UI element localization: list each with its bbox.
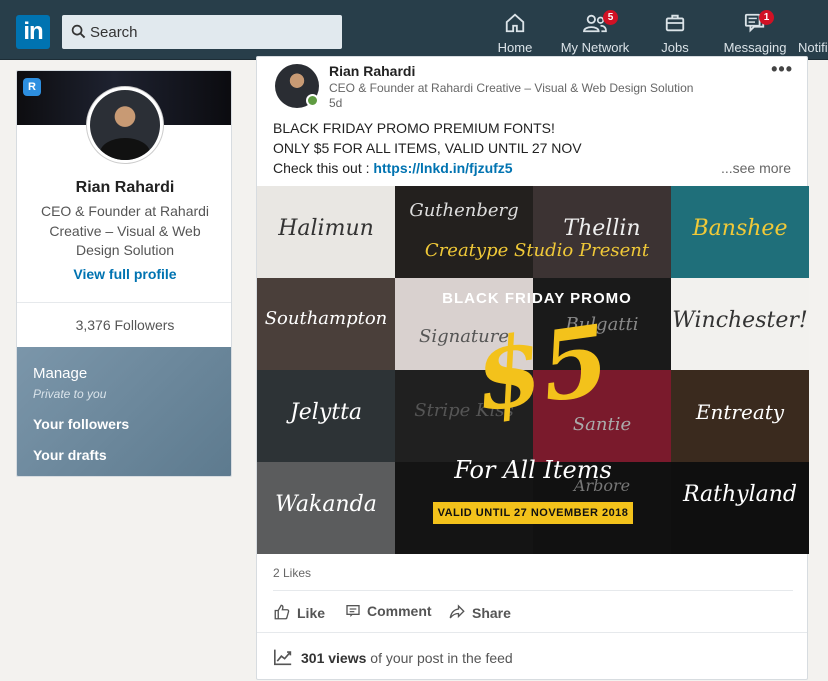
font-tile: Winchester! bbox=[671, 278, 809, 370]
post-timestamp: 5d bbox=[329, 96, 343, 110]
profile-headline: CEO & Founder at Rahardi Creative – Visu… bbox=[40, 203, 210, 258]
font-tile: Jelytta bbox=[257, 370, 395, 462]
promo-subtitle: For All Items bbox=[454, 456, 612, 484]
nav-messaging[interactable]: 1 Messaging bbox=[720, 10, 790, 56]
like-icon bbox=[274, 604, 290, 620]
divider bbox=[273, 590, 793, 591]
more-options-icon[interactable]: ••• bbox=[771, 59, 793, 80]
profile-avatar[interactable] bbox=[87, 87, 163, 163]
top-navigation-bar: in Home 5 My Network Jobs 1 Messaging bbox=[0, 0, 828, 60]
view-full-profile-link[interactable]: View full profile bbox=[17, 266, 231, 282]
linkedin-logo[interactable]: in bbox=[16, 15, 50, 49]
nav-my-network[interactable]: 5 My Network bbox=[558, 10, 632, 56]
post-author-headline: CEO & Founder at Rahardi Creative – Visu… bbox=[329, 81, 694, 95]
font-tile: Rathyland bbox=[671, 462, 809, 554]
font-tile: Southampton bbox=[257, 278, 395, 370]
nav-my-network-label: My Network bbox=[560, 40, 630, 55]
jobs-icon bbox=[656, 12, 694, 34]
comment-label: Comment bbox=[367, 603, 432, 619]
analytics-icon bbox=[274, 649, 292, 666]
followers-count[interactable]: 3,376 Followers bbox=[17, 317, 231, 333]
promo-price: $5 bbox=[467, 303, 616, 434]
search-icon bbox=[71, 24, 86, 39]
nav-home[interactable]: Home bbox=[494, 12, 536, 56]
nav-notifications[interactable]: Notifi bbox=[798, 12, 828, 56]
divider bbox=[257, 632, 807, 633]
notifications-icon bbox=[798, 12, 828, 34]
share-label: Share bbox=[472, 605, 511, 621]
network-icon: 5 bbox=[581, 10, 618, 34]
nav-messaging-label: Messaging bbox=[723, 40, 787, 55]
divider bbox=[17, 302, 231, 303]
likes-count[interactable]: 2 Likes bbox=[273, 566, 311, 580]
views-count: 301 views bbox=[301, 650, 367, 666]
messaging-badge: 1 bbox=[759, 10, 774, 25]
font-tile: Entreaty bbox=[671, 370, 809, 462]
network-badge: 5 bbox=[603, 10, 618, 25]
post-image[interactable]: Halimun Guthenberg Thellin Banshee Creat… bbox=[257, 186, 809, 554]
post-text-link-line: Check this out : https://lnkd.in/fjzufz5 bbox=[273, 160, 513, 176]
manage-subtitle: Private to you bbox=[33, 387, 107, 401]
brand-logo-icon: R bbox=[23, 78, 41, 96]
see-more-button[interactable]: ...see more bbox=[721, 160, 791, 176]
font-tile: Wakanda bbox=[257, 462, 395, 554]
font-tile: Thellin bbox=[533, 186, 671, 278]
profile-card: R Rian Rahardi CEO & Founder at Rahardi … bbox=[16, 70, 232, 477]
font-tile: Guthenberg bbox=[395, 186, 533, 278]
font-tile: Banshee bbox=[671, 186, 809, 278]
manage-panel: Manage Private to you Your followers You… bbox=[17, 347, 231, 476]
your-drafts-link[interactable]: Your drafts bbox=[33, 447, 107, 463]
feed-post: Rian Rahardi CEO & Founder at Rahardi Cr… bbox=[256, 56, 809, 680]
banner-text: Creatype Studio Present bbox=[424, 240, 650, 261]
nav-home-label: Home bbox=[497, 40, 533, 55]
nav-notifications-label: Notifi bbox=[798, 40, 828, 55]
like-button[interactable]: Like bbox=[273, 603, 325, 621]
like-label: Like bbox=[297, 605, 326, 621]
nav-jobs[interactable]: Jobs bbox=[656, 12, 694, 56]
post-link[interactable]: https://lnkd.in/fjzufz5 bbox=[373, 160, 512, 176]
post-text-line: BLACK FRIDAY PROMO PREMIUM FONTS! bbox=[273, 120, 555, 136]
messaging-icon: 1 bbox=[743, 10, 774, 34]
manage-title: Manage bbox=[33, 365, 88, 382]
comment-icon bbox=[346, 605, 360, 617]
post-link-prefix: Check this out : bbox=[273, 160, 374, 176]
share-icon bbox=[449, 604, 465, 619]
post-author-name[interactable]: Rian Rahardi bbox=[329, 63, 415, 79]
promo-valid-banner: VALID UNTIL 27 NOVEMBER 2018 bbox=[433, 502, 633, 524]
online-status-icon bbox=[306, 94, 319, 107]
post-author-avatar[interactable] bbox=[275, 64, 319, 108]
comment-button[interactable]: Comment bbox=[345, 603, 432, 619]
your-followers-link[interactable]: Your followers bbox=[33, 416, 129, 432]
promo-title: BLACK FRIDAY PROMO bbox=[442, 290, 632, 307]
share-button[interactable]: Share bbox=[448, 603, 511, 621]
nav-jobs-label: Jobs bbox=[661, 40, 689, 55]
home-icon bbox=[494, 12, 536, 34]
search-input[interactable] bbox=[90, 15, 338, 49]
profile-name[interactable]: Rian Rahardi bbox=[17, 179, 231, 197]
post-text-line: ONLY $5 FOR ALL ITEMS, VALID UNTIL 27 NO… bbox=[273, 140, 582, 156]
font-tile: Halimun bbox=[257, 186, 395, 278]
post-views[interactable]: 301 views of your post in the feed bbox=[273, 648, 513, 666]
search-box[interactable] bbox=[62, 15, 342, 49]
views-suffix: of your post in the feed bbox=[366, 650, 513, 666]
